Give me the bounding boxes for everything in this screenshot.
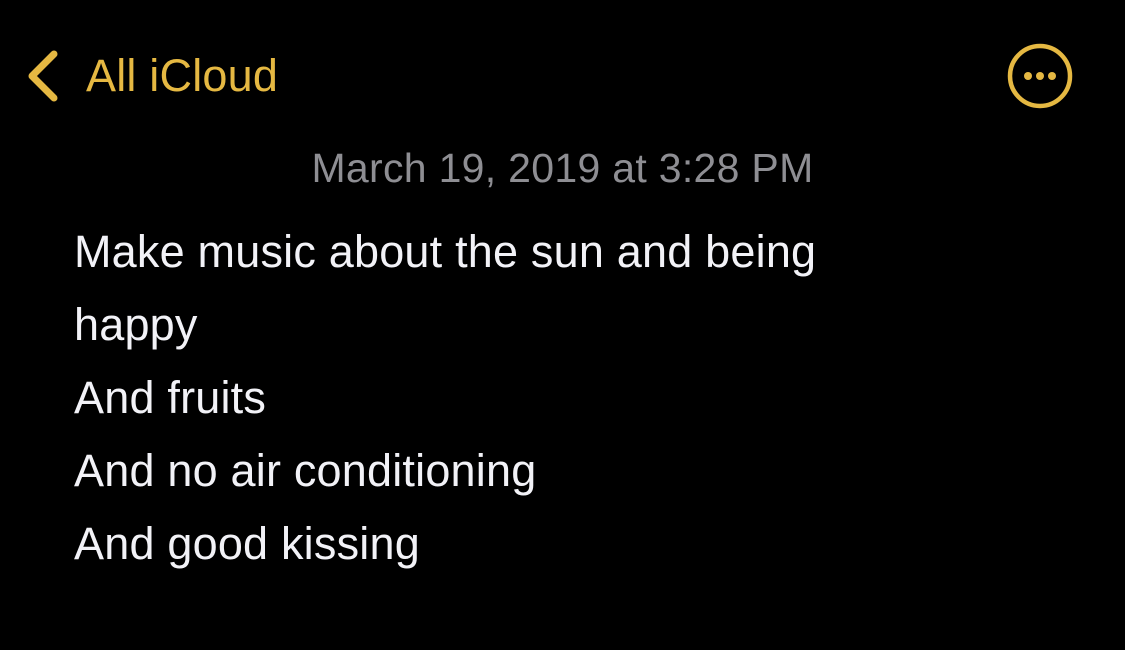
more-options-button[interactable] <box>1006 42 1074 110</box>
note-line: And good kissing <box>74 518 420 569</box>
note-line: Make music about the sun and being <box>74 226 817 277</box>
back-button-label: All iCloud <box>86 50 279 101</box>
note-line: And fruits <box>74 372 267 423</box>
chevron-left-icon <box>22 46 62 106</box>
note-line: happy <box>74 299 198 350</box>
navigation-bar: All iCloud <box>0 0 1125 150</box>
note-timestamp: March 19, 2019 at 3:28 PM <box>311 145 814 191</box>
ellipsis-circle-icon <box>1006 42 1074 110</box>
note-body[interactable]: Make music about the sun and being happy… <box>74 215 1074 580</box>
note-line: And no air conditioning <box>74 445 537 496</box>
back-button[interactable]: All iCloud <box>22 44 278 108</box>
